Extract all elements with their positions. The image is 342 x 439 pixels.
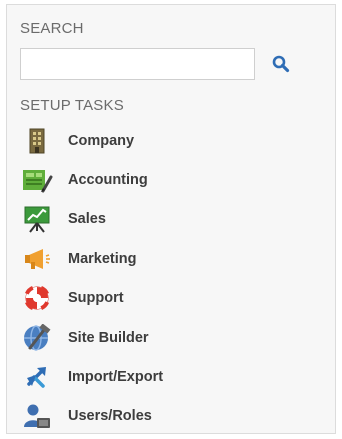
task-label: Company [68, 132, 135, 149]
task-users-roles[interactable]: Users/Roles [20, 397, 320, 436]
presentation-chart-icon [20, 204, 54, 234]
task-label: Import/Export [68, 369, 164, 386]
search-input[interactable] [20, 48, 255, 80]
transfer-arrows-icon [20, 362, 54, 392]
task-support[interactable]: Support [20, 279, 320, 318]
lifebuoy-icon [20, 283, 54, 313]
task-label: Users/Roles [68, 408, 152, 425]
task-company[interactable]: Company [20, 121, 320, 160]
task-label: Support [68, 290, 124, 307]
task-site-builder[interactable]: Site Builder [20, 318, 320, 357]
task-sales[interactable]: Sales [20, 200, 320, 239]
users-icon [20, 401, 54, 431]
task-marketing[interactable]: Marketing [20, 239, 320, 278]
setup-panel: SEARCH SETUP TASKS Company Accounting Sa… [6, 4, 336, 434]
task-import-export[interactable]: Import/Export [20, 357, 320, 396]
globe-hammer-icon [20, 323, 54, 353]
megaphone-icon [20, 244, 54, 274]
task-label: Sales [68, 211, 106, 228]
magnifier-icon [272, 55, 290, 73]
setup-task-list: Company Accounting Sales Marketing Suppo… [20, 121, 320, 436]
setup-tasks-heading: SETUP TASKS [20, 97, 124, 114]
task-label: Accounting [68, 172, 148, 189]
search-button[interactable] [270, 53, 292, 75]
task-label: Marketing [68, 250, 137, 267]
ledger-icon [20, 165, 54, 195]
search-heading: SEARCH [20, 20, 84, 37]
task-label: Site Builder [68, 329, 149, 346]
building-icon [20, 126, 54, 156]
task-accounting[interactable]: Accounting [20, 160, 320, 199]
